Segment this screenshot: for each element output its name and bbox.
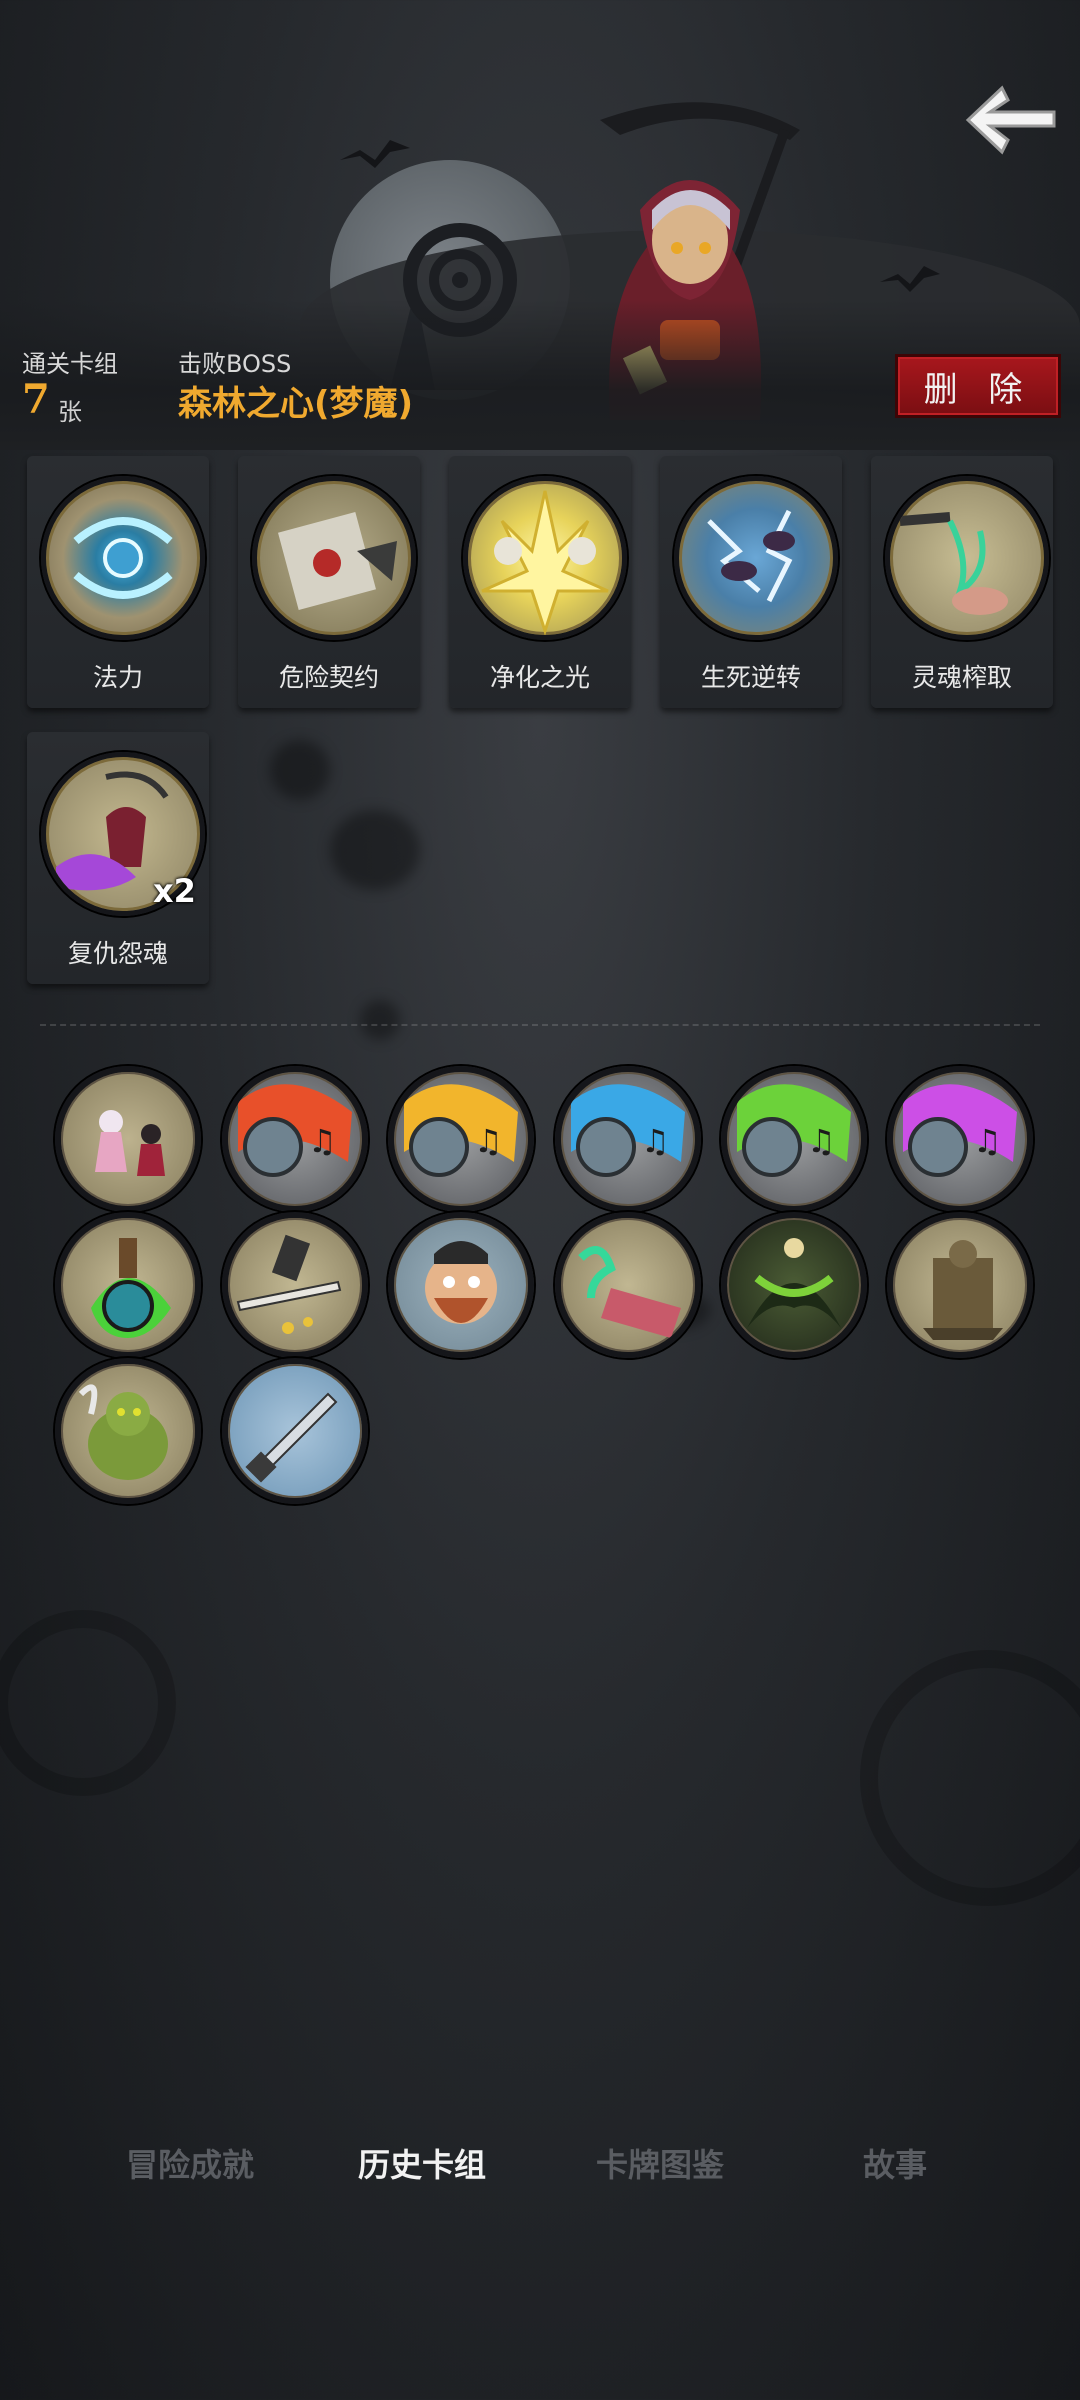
skull-horn-red-icon[interactable]: ♫ <box>222 1066 368 1212</box>
svg-text:♫: ♫ <box>807 1122 836 1160</box>
skull-horn-yellow-icon[interactable]: ♫ <box>388 1066 534 1212</box>
tab-adventure-achievements[interactable]: 冒险成就 <box>90 2140 290 2200</box>
bat-icon <box>340 140 410 168</box>
bat-icon <box>880 266 940 292</box>
sword-relic-icon[interactable] <box>222 1212 368 1358</box>
card-name: 危险契约 <box>278 663 379 692</box>
stone-statue-relic-icon[interactable] <box>887 1212 1033 1358</box>
svg-text:♫: ♫ <box>474 1122 503 1160</box>
deck-count-unit: 张 <box>58 398 82 426</box>
card-tile-soul-extraction[interactable]: 灵魂榨取 <box>871 456 1053 708</box>
card-name: 净化之光 <box>489 663 590 692</box>
svg-text:♫: ♫ <box>308 1122 337 1160</box>
background-ink-blot <box>270 740 330 800</box>
card-name: 复仇怨魂 <box>67 939 168 968</box>
dancers-relic-icon[interactable] <box>55 1066 201 1212</box>
bearded-man-relic-icon[interactable] <box>388 1212 534 1358</box>
svg-text:♫: ♫ <box>641 1122 670 1160</box>
skull-horn-purple-icon[interactable]: ♫ <box>887 1066 1033 1212</box>
ghost-bed-relic-icon[interactable] <box>555 1212 701 1358</box>
skull-horn-blue-icon[interactable]: ♫ <box>555 1066 701 1212</box>
card-tile-mana[interactable]: 法力 <box>27 456 209 708</box>
boss-name: 森林之心(梦魔) <box>178 384 414 424</box>
card-count-badge: x2 <box>153 872 196 910</box>
soul-drain-icon <box>885 476 1049 640</box>
card-name: 法力 <box>92 663 143 692</box>
tab-story[interactable]: 故事 <box>795 2140 995 2200</box>
card-tile-vengeful-spirit[interactable]: x2 复仇怨魂 <box>27 732 209 984</box>
ogre-relic-icon[interactable] <box>55 1358 201 1504</box>
boss-label: 击败BOSS <box>178 350 292 378</box>
potion-relic-icon[interactable] <box>55 1212 201 1358</box>
mana-swirl-icon <box>41 476 205 640</box>
background-wheel <box>0 1610 176 1796</box>
svg-text:♫: ♫ <box>973 1122 1002 1160</box>
deck-count-value: 7 <box>22 376 50 423</box>
card-tile-danger-contract[interactable]: 危险契约 <box>238 456 420 708</box>
background-ink-blot <box>360 1000 400 1040</box>
background-wheel <box>860 1650 1080 1906</box>
holy-light-icon <box>463 476 627 640</box>
tab-card-collection[interactable]: 卡牌图鉴 <box>560 2140 760 2200</box>
card-tile-purify-light[interactable]: 净化之光 <box>449 456 631 708</box>
lightning-ghosts-icon <box>674 476 838 640</box>
back-arrow-button[interactable] <box>962 80 1058 160</box>
tab-history-decks[interactable]: 历史卡组 <box>322 2140 522 2200</box>
delete-button[interactable]: 删 除 <box>895 354 1061 418</box>
green-specter-relic-icon[interactable] <box>721 1212 867 1358</box>
contract-scroll-icon <box>252 476 416 640</box>
skull-horn-green-icon[interactable]: ♫ <box>721 1066 867 1212</box>
card-name: 生死逆转 <box>700 663 801 692</box>
section-divider <box>40 1024 1040 1026</box>
card-name: 灵魂榨取 <box>911 663 1012 692</box>
background-ink-blot <box>330 810 420 890</box>
dagger-relic-icon[interactable] <box>222 1358 368 1504</box>
card-tile-life-death-reversal[interactable]: 生死逆转 <box>660 456 842 708</box>
deck-count-label: 通关卡组 <box>22 350 118 378</box>
